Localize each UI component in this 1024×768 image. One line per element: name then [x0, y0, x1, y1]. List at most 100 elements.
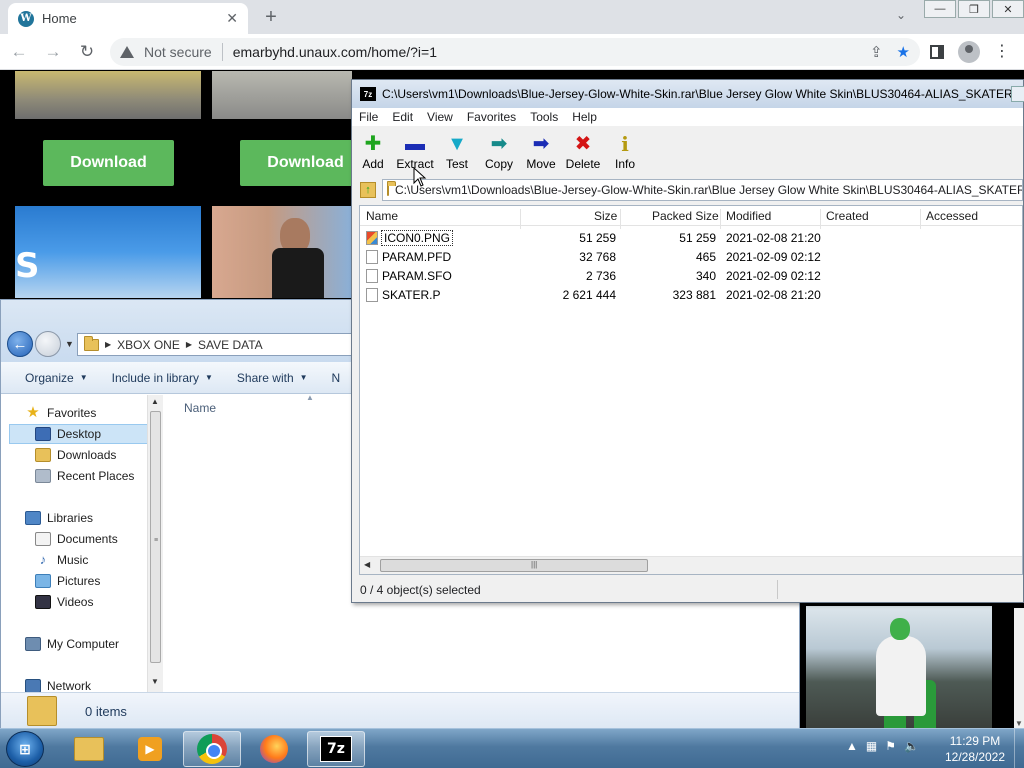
column-header-modified[interactable]: Modified: [726, 209, 771, 223]
new-folder-button[interactable]: N: [320, 371, 353, 385]
url-text[interactable]: emarbyhd.unaux.com/home/?i=1: [233, 44, 437, 60]
profile-avatar[interactable]: [958, 41, 980, 63]
scrollbar-thumb[interactable]: ≡: [150, 411, 161, 663]
forward-button[interactable]: →: [38, 37, 68, 67]
nav-videos[interactable]: Videos: [35, 592, 162, 612]
include-in-library-button[interactable]: Include in library ▼: [100, 371, 225, 385]
thumbnail-image[interactable]: [212, 206, 352, 298]
test-button[interactable]: ▼ Test: [436, 126, 478, 178]
nav-my-computer[interactable]: My Computer: [25, 634, 162, 654]
nav-favorites[interactable]: ★ Favorites: [25, 403, 162, 423]
action-center-icon[interactable]: ⚑: [885, 739, 896, 753]
maximize-button[interactable]: ❐: [958, 0, 990, 18]
side-panel-icon[interactable]: [930, 45, 944, 59]
chevron-up-icon[interactable]: ▲: [151, 397, 159, 406]
menu-tools[interactable]: Tools: [523, 110, 565, 124]
clock[interactable]: 11:29 PM 12/28/2022: [940, 733, 1010, 765]
breadcrumb-item[interactable]: XBOX ONE: [117, 338, 180, 352]
menu-help[interactable]: Help: [565, 110, 604, 124]
close-tab-icon[interactable]: ✕: [226, 10, 238, 27]
column-divider[interactable]: [920, 209, 921, 229]
chevron-down-icon[interactable]: ▼: [151, 677, 159, 686]
address-bar[interactable]: Not secure emarbyhd.unaux.com/home/?i=1 …: [110, 38, 920, 66]
close-button[interactable]: ✕: [992, 0, 1024, 18]
table-row[interactable]: SKATER.P 2 621 444 323 881 2021-02-08 21…: [360, 285, 1022, 304]
tab-home[interactable]: W Home ✕: [8, 3, 248, 34]
nav-pictures[interactable]: Pictures: [35, 571, 162, 591]
column-header-created[interactable]: Created: [826, 209, 869, 223]
start-button[interactable]: ⊞: [6, 731, 44, 767]
nav-recent-places[interactable]: Recent Places: [35, 466, 162, 486]
chevron-right-icon[interactable]: ▶: [105, 340, 111, 349]
menu-view[interactable]: View: [420, 110, 460, 124]
back-button[interactable]: ←: [7, 331, 33, 357]
share-icon[interactable]: ⇪: [870, 43, 883, 61]
nav-documents[interactable]: Documents: [35, 529, 162, 549]
column-divider[interactable]: [720, 209, 721, 229]
table-row[interactable]: PARAM.PFD 32 768 465 2021-02-09 02:12: [360, 247, 1022, 266]
breadcrumb-item[interactable]: SAVE DATA: [198, 338, 263, 352]
column-header-packed-size[interactable]: Packed Size: [652, 209, 719, 223]
info-button[interactable]: i Info: [604, 126, 646, 178]
network-tray-icon[interactable]: ▦: [866, 739, 877, 753]
chevron-left-icon[interactable]: ◀: [364, 560, 370, 569]
download-button[interactable]: Download: [43, 140, 174, 186]
column-header-accessed[interactable]: Accessed: [926, 209, 978, 223]
nav-network[interactable]: Network: [25, 676, 162, 692]
back-button[interactable]: ←: [4, 37, 34, 67]
menu-file[interactable]: File: [352, 110, 385, 124]
table-row[interactable]: PARAM.SFO 2 736 340 2021-02-09 02:12: [360, 266, 1022, 285]
nav-scrollbar[interactable]: ▲ ≡ ▼: [147, 395, 163, 692]
organize-button[interactable]: Organize ▼: [1, 371, 100, 385]
chevron-down-icon[interactable]: ▼: [65, 339, 74, 349]
move-button[interactable]: ➡ Move: [520, 126, 562, 178]
reload-button[interactable]: ↻: [72, 37, 102, 67]
taskbar-7zip[interactable]: 7z: [307, 731, 365, 767]
show-desktop-button[interactable]: [1014, 729, 1024, 768]
taskbar-chrome[interactable]: [183, 731, 241, 767]
delete-button[interactable]: ✖ Delete: [562, 126, 604, 178]
path-input[interactable]: C:\Users\vm1\Downloads\Blue-Jersey-Glow-…: [382, 179, 1023, 201]
taskbar-media-player[interactable]: ▶: [121, 731, 179, 767]
taskbar-firefox[interactable]: [245, 731, 303, 767]
column-header-name[interactable]: Name: [184, 401, 216, 415]
new-tab-button[interactable]: +: [260, 6, 282, 28]
minimize-button[interactable]: [1011, 86, 1024, 102]
nav-music[interactable]: ♪ Music: [35, 550, 162, 570]
thumbnail-image[interactable]: [806, 606, 992, 728]
chevron-down-icon[interactable]: ⌄: [896, 8, 906, 22]
chevron-up-icon[interactable]: ▲: [846, 739, 858, 753]
forward-button[interactable]: [35, 331, 61, 357]
warning-icon[interactable]: [120, 46, 134, 58]
menu-edit[interactable]: Edit: [385, 110, 420, 124]
column-header-name[interactable]: Name: [366, 209, 398, 223]
page-scrollbar[interactable]: ▼: [1014, 608, 1024, 728]
chevron-right-icon[interactable]: ▶: [186, 340, 192, 349]
add-button[interactable]: ✚ Add: [352, 126, 394, 178]
menu-icon[interactable]: ⋮: [994, 44, 1010, 60]
column-divider[interactable]: [620, 209, 621, 229]
title-bar[interactable]: 7z C:\Users\vm1\Downloads\Blue-Jersey-Gl…: [352, 80, 1024, 108]
copy-button[interactable]: ➡ Copy: [478, 126, 520, 178]
column-divider[interactable]: [520, 209, 521, 229]
scrollbar-thumb[interactable]: |||: [380, 559, 648, 572]
horizontal-scrollbar[interactable]: ◀ |||: [360, 556, 1022, 574]
nav-desktop[interactable]: Desktop: [9, 424, 154, 444]
column-header-size[interactable]: Size: [594, 209, 617, 223]
security-label[interactable]: Not secure: [144, 44, 212, 60]
archive-file-list[interactable]: Name Size Packed Size Modified Created A…: [359, 205, 1023, 575]
column-divider[interactable]: [820, 209, 821, 229]
menu-favorites[interactable]: Favorites: [460, 110, 523, 124]
up-folder-icon[interactable]: ↑: [360, 182, 376, 198]
thumbnail-image[interactable]: [15, 206, 201, 298]
taskbar-explorer[interactable]: [60, 731, 118, 767]
volume-icon[interactable]: 🔈: [904, 739, 919, 753]
table-row[interactable]: ICON0.PNG 51 259 51 259 2021-02-08 21:20: [360, 228, 1022, 247]
bookmark-star-icon[interactable]: ★: [897, 43, 910, 61]
thumbnail-image[interactable]: [212, 71, 352, 119]
share-with-button[interactable]: Share with ▼: [225, 371, 320, 385]
minimize-button[interactable]: —: [924, 0, 956, 18]
thumbnail-image[interactable]: [15, 71, 201, 119]
nav-downloads[interactable]: Downloads: [35, 445, 162, 465]
nav-libraries[interactable]: Libraries: [25, 508, 162, 528]
